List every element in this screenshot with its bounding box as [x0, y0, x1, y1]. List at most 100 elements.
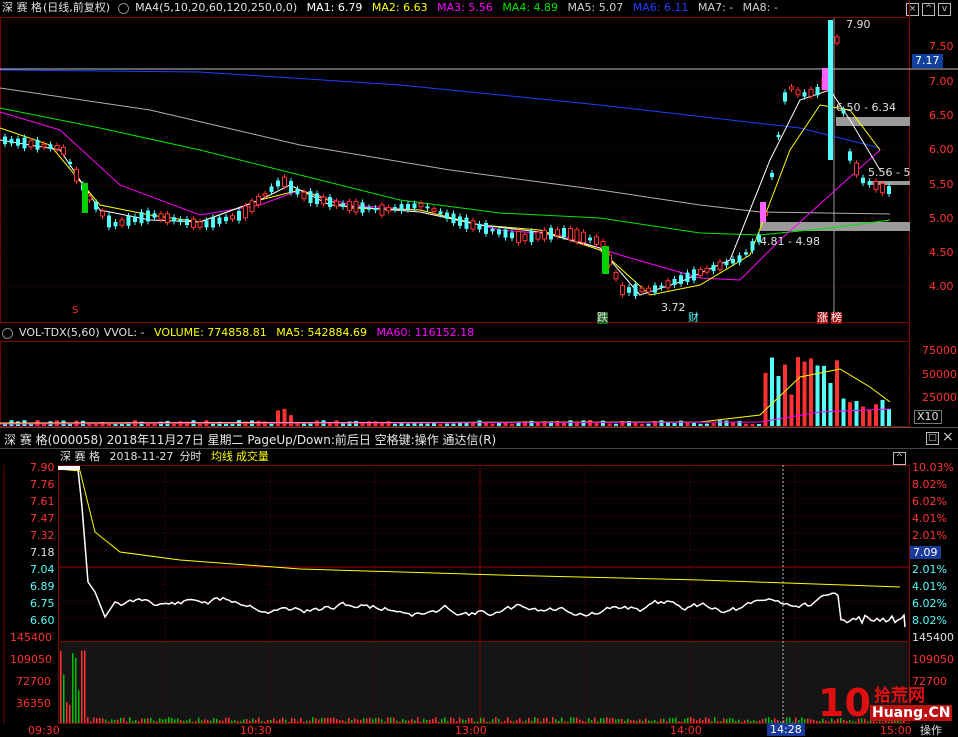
intraday-volume-bar — [72, 653, 74, 723]
volume-tick: 50000 — [922, 368, 957, 381]
candle-body — [562, 227, 566, 238]
intraday-volume-bar — [231, 720, 233, 723]
intraday-volume-bar — [540, 721, 542, 723]
watermark-cn: 拾荒网 — [874, 686, 925, 706]
candle-body — [731, 258, 735, 264]
volume-bar — [679, 420, 683, 426]
volume-bar — [425, 423, 430, 426]
intraday-volume-bar — [579, 719, 581, 723]
volume-bar — [685, 422, 690, 426]
candle-body — [484, 222, 488, 234]
intraday-volume-bar — [330, 718, 332, 723]
candle-body — [94, 202, 98, 210]
intraday-volume-bar — [606, 717, 608, 723]
candle-body — [28, 140, 34, 148]
intraday-volume-bar — [678, 721, 680, 723]
volume-bar — [672, 423, 677, 426]
candle-body — [165, 213, 170, 223]
candle-body — [35, 139, 40, 150]
candle-body — [107, 215, 111, 228]
candle-body — [685, 272, 690, 282]
candle-body — [152, 213, 157, 218]
intraday-volume-bar — [273, 718, 275, 723]
intraday-right-tick: 8.02% — [912, 478, 947, 491]
intraday-volume-bar — [387, 717, 389, 723]
intraday-vol-right-tick: 145400 — [912, 631, 954, 644]
intraday-volume-bar — [762, 718, 764, 723]
intraday-volume-bar — [432, 718, 434, 723]
intraday-volume-bar — [549, 721, 551, 723]
candle-body — [224, 216, 228, 222]
intraday-volume-bar — [234, 720, 236, 723]
restore-icon[interactable]: □ — [926, 432, 939, 445]
intraday-volume-bar — [219, 720, 221, 723]
candle-body — [639, 287, 645, 293]
candle-body — [256, 195, 261, 206]
intraday-volume-bar — [441, 718, 443, 723]
candle-body — [516, 231, 521, 244]
intraday-volume-bar — [276, 721, 278, 723]
candle-body — [393, 207, 397, 210]
candle-body — [204, 220, 209, 228]
intraday-volume-bar — [123, 717, 125, 723]
intraday-volume-bar — [399, 721, 401, 723]
price-tick: 5.50 — [929, 178, 954, 191]
intraday-volume-bar — [594, 717, 596, 723]
intraday-volume-bar — [300, 717, 302, 723]
volume-bar — [588, 420, 592, 426]
candle-body — [750, 241, 755, 251]
intraday-volume-bar — [252, 718, 254, 723]
watermark-en: Huang.CN — [870, 705, 953, 721]
intraday-volume-bar — [666, 721, 668, 723]
intraday-volume-bar — [318, 719, 320, 723]
volume-chart[interactable] — [0, 327, 958, 427]
candle-body — [431, 208, 437, 213]
intraday-volume-bar — [243, 719, 245, 723]
intraday-volume-bar — [453, 718, 455, 723]
intraday-chart[interactable] — [0, 447, 958, 737]
intraday-volume-bar — [402, 718, 404, 723]
candle-body — [873, 181, 879, 191]
intraday-vol-left-tick: 36350 — [16, 697, 51, 710]
intraday-volume-bar — [396, 720, 398, 723]
intraday-volume-bar — [171, 717, 173, 723]
candle-body — [867, 181, 872, 185]
intraday-volume-bar — [642, 720, 644, 723]
intraday-volume-bar — [525, 720, 527, 723]
candle-body — [711, 264, 716, 272]
candle-body-limit-down — [602, 246, 609, 274]
intraday-volume-bar — [408, 720, 410, 723]
candle-body — [379, 204, 385, 216]
intraday-volume-bar — [75, 658, 77, 723]
zhang-marker: 涨 — [817, 311, 828, 324]
volume-bar — [744, 423, 748, 426]
intraday-volume-bar — [723, 718, 725, 723]
volume-bar — [659, 420, 664, 426]
candle-body — [588, 237, 592, 241]
intraday-volume-bar — [489, 721, 491, 723]
intraday-volume-bar — [663, 718, 665, 723]
time-tick: 14:00 — [670, 724, 702, 737]
intraday-volume-bar — [447, 721, 449, 723]
candle-body — [295, 188, 300, 195]
candle-body — [191, 218, 196, 229]
candle-body — [289, 180, 293, 193]
intraday-volume-bar — [474, 721, 476, 723]
intraday-volume-bar — [498, 718, 500, 723]
intraday-volume-bar — [189, 718, 191, 723]
intraday-volume-bar — [603, 718, 605, 723]
intraday-volume-bar — [627, 718, 629, 723]
candle-body — [16, 138, 20, 146]
candle-body — [100, 210, 105, 217]
intraday-volume-bar — [315, 718, 317, 723]
intraday-volume-bar — [561, 717, 563, 723]
intraday-volume-bar — [429, 719, 431, 723]
candle-body — [269, 186, 274, 192]
kline-chart[interactable] — [0, 0, 958, 330]
intraday-volume-bar — [165, 718, 167, 723]
candle-body — [217, 217, 222, 224]
close-icon[interactable]: × — [942, 430, 954, 444]
intraday-volume-bar — [537, 718, 539, 723]
intraday-volume-bar — [810, 719, 812, 723]
intraday-window-title: 深 赛 格(000058) 2018年11月27日 星期二 PageUp/Dow… — [4, 433, 497, 447]
